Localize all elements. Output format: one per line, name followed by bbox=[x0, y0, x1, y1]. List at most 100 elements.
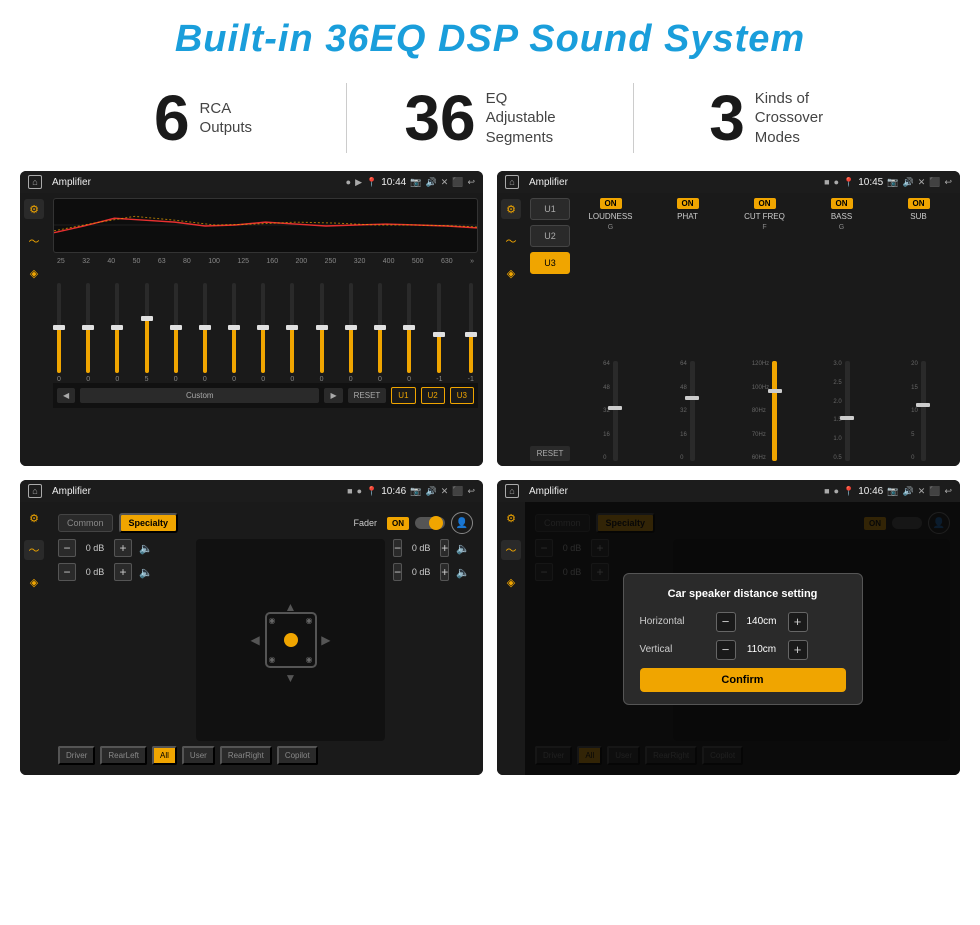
slider-4[interactable]: 5 bbox=[145, 283, 149, 383]
slider-14[interactable]: -1 bbox=[436, 283, 442, 383]
home-icon-1[interactable] bbox=[28, 175, 42, 189]
db-minus-4[interactable]: − bbox=[393, 563, 402, 581]
u2-btn[interactable]: U2 bbox=[421, 387, 445, 404]
slider-6[interactable]: 0 bbox=[203, 283, 207, 383]
screen3-inner: ⚙ 〜 ◈ Common Specialty Fader ON 👤 bbox=[20, 502, 483, 775]
window-icon-2[interactable]: ⬛ bbox=[929, 177, 940, 188]
window-icon-1[interactable]: ⬛ bbox=[452, 177, 463, 188]
slider-2[interactable]: 0 bbox=[86, 283, 90, 383]
profile-icon-3[interactable]: 👤 bbox=[451, 512, 473, 534]
slider-8[interactable]: 0 bbox=[261, 283, 265, 383]
phat-on[interactable]: ON bbox=[677, 198, 699, 209]
fader-slider[interactable] bbox=[415, 517, 445, 529]
user-btn[interactable]: User bbox=[182, 746, 215, 765]
loudness-on[interactable]: ON bbox=[600, 198, 622, 209]
corner-tl-speaker: ◉ bbox=[269, 616, 276, 625]
horizontal-minus[interactable]: − bbox=[716, 612, 736, 632]
eq-icon-3[interactable]: ⚙ bbox=[24, 508, 44, 528]
db-minus-1[interactable]: − bbox=[58, 539, 76, 557]
reset-btn2[interactable]: RESET bbox=[530, 446, 570, 461]
back-icon-1[interactable]: ↩ bbox=[467, 177, 475, 188]
u1-select[interactable]: U1 bbox=[530, 198, 570, 220]
confirm-button[interactable]: Confirm bbox=[640, 668, 846, 692]
x-icon-2[interactable]: ✕ bbox=[918, 177, 926, 188]
home-icon-3[interactable] bbox=[28, 484, 42, 498]
slider-12[interactable]: 0 bbox=[378, 283, 382, 383]
speaker-icon-1[interactable]: ◈ bbox=[24, 263, 44, 283]
db-minus-2[interactable]: − bbox=[58, 563, 76, 581]
freq-more[interactable]: » bbox=[470, 258, 474, 265]
horizontal-plus[interactable]: + bbox=[788, 612, 808, 632]
slider-1[interactable]: 0 bbox=[57, 283, 61, 383]
specialty-tab[interactable]: Specialty bbox=[119, 513, 179, 533]
freq-80: 80 bbox=[183, 258, 191, 265]
sub-on[interactable]: ON bbox=[908, 198, 930, 209]
speaker-icon-4[interactable]: ◈ bbox=[501, 572, 521, 592]
eq-icon-4[interactable]: ⚙ bbox=[501, 508, 521, 528]
x-icon-3[interactable]: ✕ bbox=[441, 486, 449, 497]
x-icon-1[interactable]: ✕ bbox=[441, 177, 449, 188]
common-tab[interactable]: Common bbox=[58, 514, 113, 532]
slider-13[interactable]: 0 bbox=[407, 283, 411, 383]
u1-btn[interactable]: U1 bbox=[391, 387, 415, 404]
eq-icon-2[interactable]: ⚙ bbox=[501, 199, 521, 219]
reset-btn[interactable]: RESET bbox=[348, 388, 387, 403]
vertical-minus[interactable]: − bbox=[716, 640, 736, 660]
time-4: 10:46 bbox=[858, 486, 883, 497]
fader-on-toggle[interactable]: ON bbox=[387, 517, 409, 530]
copilot-btn[interactable]: Copilot bbox=[277, 746, 318, 765]
x-icon-4[interactable]: ✕ bbox=[918, 486, 926, 497]
all-btn[interactable]: All bbox=[152, 746, 177, 765]
db-row-4: − 0 dB + 🔈 bbox=[393, 563, 473, 581]
db-plus-1[interactable]: + bbox=[114, 539, 132, 557]
speaker-icon-3[interactable]: ◈ bbox=[24, 572, 44, 592]
dot-icon-2: ■ bbox=[824, 177, 829, 187]
right-arrow-icon[interactable]: ▶ bbox=[321, 633, 330, 647]
db-plus-3[interactable]: + bbox=[440, 539, 449, 557]
corner-br-speaker: ◉ bbox=[306, 655, 313, 664]
screen1-inner: ⚙ 〜 ◈ 25 32 40 50 63 8 bbox=[20, 193, 483, 466]
u3-select[interactable]: U3 bbox=[530, 252, 570, 274]
window-icon-3[interactable]: ⬛ bbox=[452, 486, 463, 497]
db-plus-4[interactable]: + bbox=[440, 563, 449, 581]
wave-icon-4[interactable]: 〜 bbox=[501, 540, 521, 560]
vertical-plus[interactable]: + bbox=[788, 640, 808, 660]
rearright-btn[interactable]: RearRight bbox=[220, 746, 272, 765]
cutfreq-on[interactable]: ON bbox=[754, 198, 776, 209]
home-icon-4[interactable] bbox=[505, 484, 519, 498]
wave-icon-2[interactable]: 〜 bbox=[501, 231, 521, 251]
fader-center-dot[interactable] bbox=[284, 633, 298, 647]
down-arrow-icon[interactable]: ▼ bbox=[285, 671, 297, 685]
slider-11[interactable]: 0 bbox=[349, 283, 353, 383]
back-icon-3[interactable]: ↩ bbox=[467, 486, 475, 497]
slider-10[interactable]: 0 bbox=[320, 283, 324, 383]
rearleft-btn[interactable]: RearLeft bbox=[100, 746, 147, 765]
slider-7[interactable]: 0 bbox=[232, 283, 236, 383]
time-1: 10:44 bbox=[381, 177, 406, 188]
custom-btn[interactable]: Custom bbox=[80, 388, 319, 403]
back-icon-4[interactable]: ↩ bbox=[944, 486, 952, 497]
db-minus-3[interactable]: − bbox=[393, 539, 402, 557]
slider-3[interactable]: 0 bbox=[115, 283, 119, 383]
freq-630: 630 bbox=[441, 258, 453, 265]
stat-eq-label: EQ AdjustableSegments bbox=[486, 89, 576, 148]
speaker-icon-2[interactable]: ◈ bbox=[501, 263, 521, 283]
left-arrow-icon[interactable]: ◀ bbox=[251, 633, 260, 647]
back-icon-2[interactable]: ↩ bbox=[944, 177, 952, 188]
prev-btn[interactable]: ◀ bbox=[57, 388, 75, 403]
u3-btn[interactable]: U3 bbox=[450, 387, 474, 404]
driver-btn[interactable]: Driver bbox=[58, 746, 95, 765]
ch-phat: ON PHAT 64 48 32 16 0 bbox=[651, 198, 724, 461]
slider-9[interactable]: 0 bbox=[290, 283, 294, 383]
slider-5[interactable]: 0 bbox=[174, 283, 178, 383]
eq-icon-1[interactable]: ⚙ bbox=[24, 199, 44, 219]
u2-select[interactable]: U2 bbox=[530, 225, 570, 247]
home-icon-2[interactable] bbox=[505, 175, 519, 189]
db-plus-2[interactable]: + bbox=[114, 563, 132, 581]
slider-15[interactable]: -1 bbox=[468, 283, 474, 383]
wave-icon-1[interactable]: 〜 bbox=[24, 231, 44, 251]
bass-on[interactable]: ON bbox=[831, 198, 853, 209]
next-btn[interactable]: ▶ bbox=[324, 388, 342, 403]
wave-icon-3[interactable]: 〜 bbox=[24, 540, 44, 560]
window-icon-4[interactable]: ⬛ bbox=[929, 486, 940, 497]
